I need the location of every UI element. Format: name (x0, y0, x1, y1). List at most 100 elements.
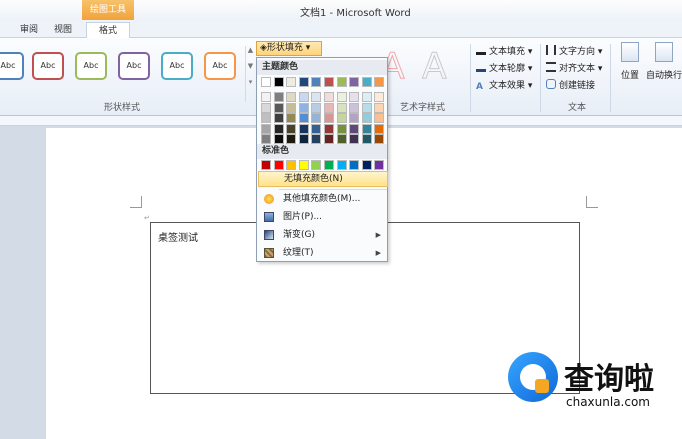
color-swatch[interactable] (349, 113, 360, 123)
wrap-text-button[interactable]: 自动换行 (646, 42, 682, 81)
color-swatch[interactable] (261, 160, 271, 170)
picture-fill-item[interactable]: 图片(P)... (258, 209, 388, 225)
color-swatch[interactable] (374, 160, 385, 170)
color-swatch[interactable] (311, 123, 322, 134)
color-swatch[interactable] (336, 134, 347, 144)
text-fill-button[interactable]: 文本填充 ▾ (476, 44, 532, 57)
color-swatch[interactable] (286, 113, 297, 123)
shape-style-1[interactable]: Abc (0, 52, 24, 80)
color-swatch[interactable] (286, 123, 297, 134)
text-outline-button[interactable]: 文本轮廓 ▾ (476, 61, 532, 74)
color-swatch[interactable] (361, 92, 372, 102)
color-swatch[interactable] (336, 92, 347, 102)
color-swatch[interactable] (336, 77, 347, 87)
color-swatch[interactable] (349, 160, 360, 170)
tab-review[interactable]: 审阅 (14, 22, 44, 38)
color-swatch[interactable] (324, 134, 334, 144)
color-swatch[interactable] (261, 92, 271, 102)
color-swatch[interactable] (311, 92, 322, 102)
color-swatch[interactable] (361, 77, 372, 87)
color-swatch[interactable] (324, 92, 334, 102)
submenu-arrow-icon: ▶ (375, 231, 381, 239)
color-swatch[interactable] (311, 134, 322, 144)
color-swatch[interactable] (286, 134, 297, 144)
shape-style-4[interactable]: Abc (118, 52, 150, 80)
color-swatch[interactable] (273, 123, 284, 134)
color-swatch[interactable] (311, 113, 322, 123)
color-swatch[interactable] (336, 102, 347, 113)
color-swatch[interactable] (261, 113, 271, 123)
color-swatch[interactable] (336, 113, 347, 123)
shape-style-6[interactable]: Abc (204, 52, 236, 80)
shape-fill-button[interactable]: ◈形状填充 ▾ (256, 41, 322, 56)
color-swatch[interactable] (273, 113, 284, 123)
color-swatch[interactable] (261, 134, 271, 144)
color-swatch[interactable] (298, 113, 309, 123)
color-swatch[interactable] (361, 160, 372, 170)
wordart-group-label: 艺术字样式 (400, 103, 446, 113)
color-swatch[interactable] (361, 113, 372, 123)
color-swatch[interactable] (311, 160, 322, 170)
color-swatch[interactable] (324, 113, 334, 123)
text-box-content[interactable]: 桌签测试 (158, 229, 198, 244)
shape-style-2[interactable]: Abc (32, 52, 64, 80)
color-swatch[interactable] (273, 160, 284, 170)
color-swatch[interactable] (374, 134, 385, 144)
text-effects-button[interactable]: A 文本效果 ▾ (476, 78, 532, 92)
texture-fill-item[interactable]: 纹理(T) ▶ (258, 245, 388, 261)
color-swatch[interactable] (361, 134, 372, 144)
wordart-style-outline[interactable]: A (422, 46, 448, 88)
color-swatch[interactable] (311, 77, 322, 87)
color-swatch[interactable] (261, 77, 271, 87)
gradient-fill-item[interactable]: 渐变(G) ▶ (258, 227, 388, 243)
tab-view[interactable]: 视图 (48, 22, 78, 38)
shape-style-5[interactable]: Abc (161, 52, 193, 80)
position-button[interactable]: 位置 (612, 42, 648, 81)
more-fill-colors-item[interactable]: 其他填充颜色(M)... (258, 191, 388, 207)
color-swatch[interactable] (374, 77, 385, 87)
color-swatch[interactable] (261, 102, 271, 113)
color-swatch[interactable] (336, 123, 347, 134)
color-swatch[interactable] (324, 102, 334, 113)
color-swatch[interactable] (349, 123, 360, 134)
color-swatch[interactable] (298, 102, 309, 113)
color-swatch[interactable] (336, 160, 347, 170)
color-swatch[interactable] (349, 134, 360, 144)
color-swatch[interactable] (361, 102, 372, 113)
color-swatch[interactable] (298, 92, 309, 102)
color-swatch[interactable] (273, 102, 284, 113)
color-swatch[interactable] (298, 123, 309, 134)
color-swatch[interactable] (298, 134, 309, 144)
wrap-text-icon (655, 42, 673, 62)
no-fill-item[interactable]: 无填充颜色(N) (258, 171, 388, 187)
tab-format[interactable]: 格式 (86, 22, 130, 38)
color-swatch[interactable] (374, 92, 385, 102)
align-text-button[interactable]: 对齐文本 ▾ (546, 61, 602, 74)
color-swatch[interactable] (311, 102, 322, 113)
color-swatch[interactable] (324, 123, 334, 134)
color-swatch[interactable] (361, 123, 372, 134)
color-swatch[interactable] (273, 134, 284, 144)
color-swatch[interactable] (324, 160, 334, 170)
color-swatch[interactable] (298, 77, 309, 87)
color-swatch[interactable] (374, 102, 385, 113)
text-direction-button[interactable]: 文字方向 ▾ (546, 44, 602, 57)
color-swatch[interactable] (286, 102, 297, 113)
color-swatch[interactable] (286, 160, 297, 170)
color-swatch[interactable] (349, 102, 360, 113)
color-swatch[interactable] (374, 123, 385, 134)
color-swatch[interactable] (286, 77, 297, 87)
color-swatch[interactable] (324, 77, 334, 87)
window-title: 文档1 - Microsoft Word (300, 8, 411, 19)
color-swatch[interactable] (298, 160, 309, 170)
styles-gallery-scroll[interactable]: ▲ ▼ ▾ (245, 46, 255, 102)
color-swatch[interactable] (273, 77, 284, 87)
color-swatch[interactable] (349, 92, 360, 102)
color-swatch[interactable] (261, 123, 271, 134)
create-link-button[interactable]: 创建链接 (546, 78, 595, 91)
color-swatch[interactable] (286, 92, 297, 102)
color-swatch[interactable] (273, 92, 284, 102)
color-swatch[interactable] (374, 113, 385, 123)
color-swatch[interactable] (349, 77, 360, 87)
shape-style-3[interactable]: Abc (75, 52, 107, 80)
